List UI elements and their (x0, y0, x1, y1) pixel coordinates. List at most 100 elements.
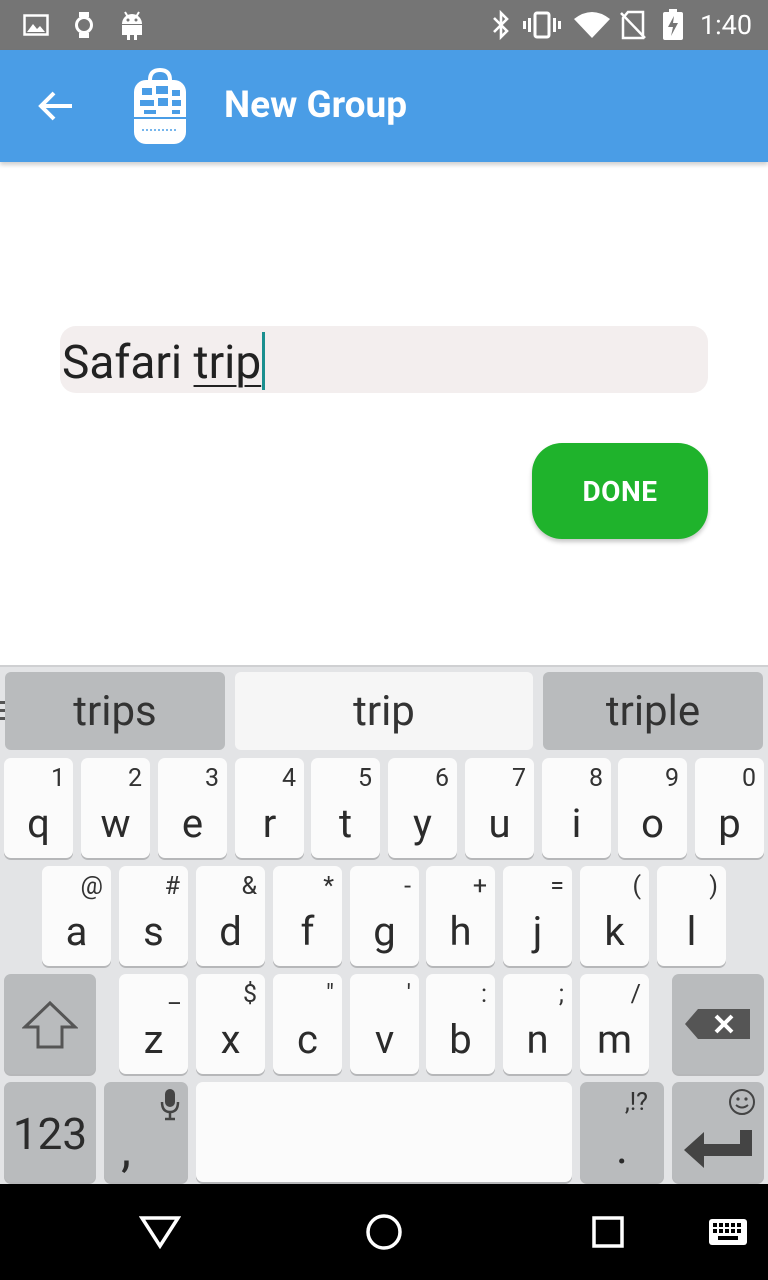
key-hint: 3 (204, 764, 219, 793)
key-hint: @ (80, 872, 103, 901)
recents-square-icon (592, 1216, 624, 1248)
key-w[interactable]: 2w (81, 758, 150, 858)
battery-charging-icon (660, 0, 686, 50)
key-label: b (449, 1016, 472, 1063)
key-n[interactable]: ; n (503, 974, 572, 1074)
key-f[interactable]: * f (273, 866, 342, 966)
key-k[interactable]: (k (580, 866, 649, 966)
key-label: u (488, 800, 511, 847)
navigation-bar (0, 1184, 768, 1280)
back-arrow-icon (38, 91, 72, 121)
key-label: g (373, 908, 396, 955)
key-label: n (526, 1016, 549, 1063)
backspace-key[interactable] (672, 974, 764, 1074)
key-label: l (686, 908, 697, 955)
key-o[interactable]: 9o (618, 758, 687, 858)
backpack-logo-icon (128, 67, 192, 146)
key-hint: ; (558, 980, 564, 1009)
key-label: s (143, 908, 164, 955)
key-hint: = (550, 872, 564, 901)
enter-icon (684, 1130, 752, 1168)
soft-keyboard: trips trip triple 1q 2w 3e 4r 5t 6y 7u 8… (0, 665, 768, 1184)
key-hint: 7 (511, 764, 526, 793)
key-hint: * (323, 872, 334, 901)
key-s[interactable]: # s (119, 866, 188, 966)
key-a[interactable]: @ a (42, 866, 111, 966)
home-circle-icon (366, 1214, 402, 1250)
key-r[interactable]: 4r (235, 758, 304, 858)
key-hint: # (164, 872, 180, 901)
key-label: i (571, 800, 582, 847)
keyboard-icon (709, 1219, 747, 1245)
period-key-hint: ,!? (624, 1088, 648, 1117)
key-hint: : (480, 980, 487, 1009)
key-label: q (27, 800, 50, 847)
key-hint: 0 (741, 764, 756, 793)
key-h[interactable]: + h (426, 866, 495, 966)
key-p[interactable]: 0p (695, 758, 764, 858)
key-label: j (532, 908, 543, 955)
key-label: x (220, 1016, 241, 1063)
key-label: z (143, 1016, 164, 1063)
key-label: p (718, 800, 741, 847)
back-button[interactable] (22, 72, 90, 140)
group-name-composing-text: trip (193, 336, 262, 390)
symbols-key[interactable]: 123 (4, 1082, 96, 1182)
key-j[interactable]: = j (503, 866, 572, 966)
suggestion-right[interactable]: triple (543, 672, 763, 750)
key-hint: 2 (127, 764, 142, 793)
key-t[interactable]: 5t (311, 758, 380, 858)
group-name-plain-text: Safari (62, 336, 194, 390)
shift-icon (22, 1000, 78, 1049)
done-button[interactable]: DONE (532, 443, 708, 539)
key-x[interactable]: $ x (196, 974, 265, 1074)
key-hint: ( (632, 872, 641, 901)
key-l[interactable]: ) l (657, 866, 726, 966)
comma-key[interactable]: , (104, 1082, 188, 1182)
suggestion-center[interactable]: trip (235, 672, 533, 750)
key-label: k (604, 908, 625, 955)
period-key[interactable]: ,!?. (580, 1082, 664, 1182)
key-z[interactable]: _ z (119, 974, 188, 1074)
screen: 1:40 New Group Safari trip DONE trips tr… (0, 0, 768, 1280)
key-v[interactable]: ' v (350, 974, 419, 1074)
nav-back-button[interactable] (120, 1184, 200, 1280)
vibrate-icon (522, 0, 562, 50)
nav-recents-button[interactable] (568, 1184, 648, 1280)
group-name-input[interactable]: Safari trip (60, 326, 708, 393)
symbols-key-label: 123 (12, 1108, 88, 1160)
shift-key[interactable] (4, 974, 96, 1074)
key-c[interactable]: " c (273, 974, 342, 1074)
key-hint: 9 (664, 764, 679, 793)
key-y[interactable]: 6y (388, 758, 457, 858)
key-label: o (641, 800, 664, 847)
key-d[interactable]: & d (196, 866, 265, 966)
emoji-icon (729, 1089, 755, 1115)
status-bar: 1:40 (0, 0, 768, 50)
key-label: t (338, 800, 353, 847)
key-label: w (100, 800, 131, 847)
key-e[interactable]: 3e (158, 758, 227, 858)
enter-key[interactable] (672, 1082, 764, 1182)
key-q[interactable]: 1q (4, 758, 73, 858)
key-label: f (300, 908, 315, 955)
key-i[interactable]: 8i (542, 758, 611, 858)
app-bar: New Group (0, 50, 768, 162)
no-sim-icon (618, 0, 648, 50)
key-g[interactable]: -g (350, 866, 419, 966)
key-label: y (413, 800, 432, 847)
key-hint: 8 (588, 764, 603, 793)
space-key[interactable] (196, 1082, 572, 1182)
page-title: New Group (224, 84, 408, 127)
key-label: r (262, 800, 277, 847)
key-m[interactable]: / m (580, 974, 649, 1074)
nav-home-button[interactable] (344, 1184, 424, 1280)
key-label: m (596, 1016, 633, 1063)
key-hint: _ (168, 980, 180, 1009)
suggestion-left[interactable]: trips (5, 672, 225, 750)
key-hint: / (630, 980, 641, 1009)
nav-keyboard-button[interactable] (700, 1184, 756, 1280)
android-icon (118, 0, 146, 50)
key-b[interactable]: :b (426, 974, 495, 1074)
key-u[interactable]: 7u (465, 758, 534, 858)
